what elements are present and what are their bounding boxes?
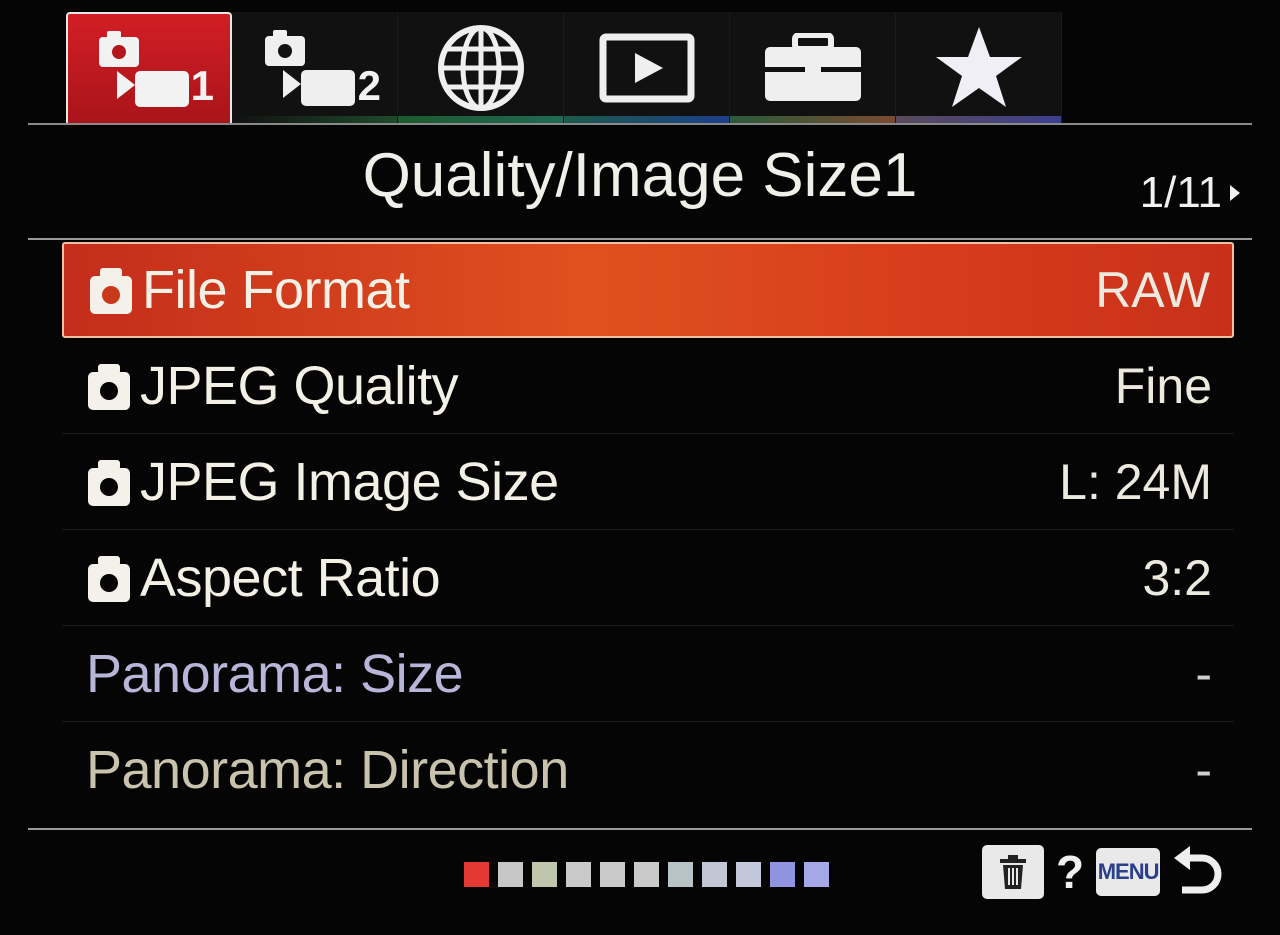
page-title: Quality/Image Size1 <box>362 141 918 210</box>
next-page-arrow-icon <box>1230 185 1240 201</box>
tab-playback[interactable] <box>564 12 730 124</box>
header-divider <box>28 238 1252 240</box>
page-square <box>736 862 761 887</box>
playback-icon <box>599 33 694 103</box>
page-square <box>532 862 557 887</box>
menu-item-label: Panorama: Direction <box>86 740 569 800</box>
camera-icon <box>88 459 130 506</box>
help-button[interactable]: ? <box>1056 845 1084 899</box>
camera-icon <box>88 363 130 410</box>
page-progress <box>464 862 829 887</box>
page-square <box>702 862 727 887</box>
menu-item-value: Fine <box>1114 357 1212 414</box>
page-square <box>804 862 829 887</box>
menu-item-aspect-ratio[interactable]: Aspect Ratio 3:2 <box>62 530 1234 626</box>
menu-item-jpeg-image-size[interactable]: JPEG Image Size L: 24M <box>62 434 1234 530</box>
page-indicator[interactable]: 1/11 <box>1140 168 1240 218</box>
menu-item-file-format[interactable]: File Format RAW <box>62 242 1234 338</box>
menu-button[interactable]: MENU <box>1096 848 1161 896</box>
camera-settings-1-icon <box>99 31 189 107</box>
page-square <box>770 862 795 887</box>
page-square <box>566 862 591 887</box>
menu-item-value: 3:2 <box>1142 549 1212 606</box>
menu-list: File Format RAW JPEG Quality Fine JPEG I… <box>62 242 1234 818</box>
tab-camera-settings-2[interactable]: 2 <box>232 12 398 124</box>
menu-item-jpeg-quality[interactable]: JPEG Quality Fine <box>62 338 1234 434</box>
trash-icon <box>1000 855 1026 889</box>
menu-item-panorama-direction[interactable]: Panorama: Direction - <box>62 722 1234 818</box>
camera-icon <box>90 268 132 314</box>
menu-tabs: 1 2 <box>66 12 1062 124</box>
tab-divider <box>28 123 1252 125</box>
menu-item-value: - <box>1195 742 1212 798</box>
menu-item-label: File Format <box>142 260 410 320</box>
tab-my-menu[interactable] <box>896 12 1062 124</box>
back-arrow-icon[interactable] <box>1172 844 1224 900</box>
menu-item-label: JPEG Image Size <box>140 451 559 512</box>
menu-item-value: L: 24M <box>1059 453 1212 510</box>
delete-button[interactable] <box>982 845 1044 899</box>
footer-divider <box>28 828 1252 830</box>
menu-item-label: JPEG Quality <box>140 355 459 416</box>
tab-number: 1 <box>190 62 214 109</box>
network-globe-icon <box>437 25 524 111</box>
tab-network[interactable] <box>398 12 564 124</box>
setup-toolbox-icon <box>764 33 861 101</box>
camera-settings-2-icon <box>264 30 355 106</box>
menu-item-panorama-size[interactable]: Panorama: Size - <box>62 626 1234 722</box>
page-square <box>668 862 693 887</box>
footer-controls: ? MENU <box>982 844 1224 900</box>
menu-item-value: RAW <box>1095 262 1210 318</box>
page-square <box>634 862 659 887</box>
menu-item-value: - <box>1195 645 1212 702</box>
menu-item-label: Aspect Ratio <box>140 547 441 608</box>
page-square-current <box>464 862 489 887</box>
page-square <box>600 862 625 887</box>
menu-item-label: Panorama: Size <box>86 643 464 704</box>
page-indicator-text: 1/11 <box>1139 168 1222 217</box>
page-square <box>498 862 523 887</box>
tab-camera-settings-1[interactable]: 1 <box>66 12 232 124</box>
camera-icon <box>88 555 130 602</box>
my-menu-star-icon <box>935 27 1022 107</box>
tab-number: 2 <box>357 62 381 109</box>
tab-setup[interactable] <box>730 12 896 124</box>
